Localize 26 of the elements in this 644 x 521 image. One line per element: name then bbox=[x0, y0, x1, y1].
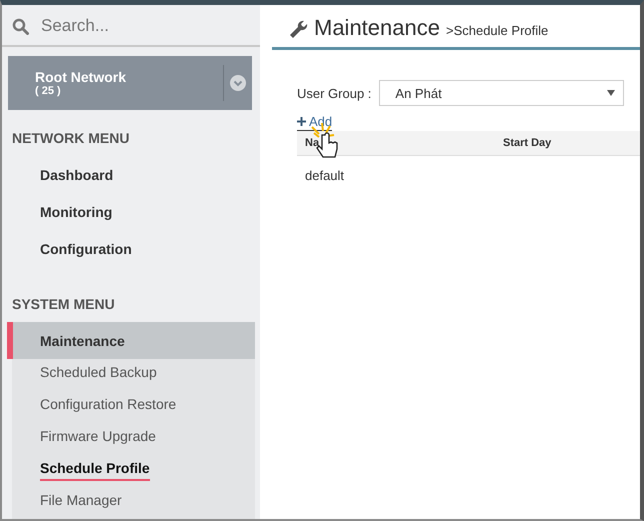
column-header: Start Day bbox=[502, 137, 552, 149]
caret-icon bbox=[607, 90, 616, 96]
plus-icon bbox=[297, 117, 306, 126]
menu-heading: NETWORK MENU bbox=[11, 129, 130, 148]
chevron-down-icon[interactable] bbox=[230, 74, 246, 91]
menu-item[interactable]: Maintenance bbox=[7, 322, 255, 359]
submenu-item[interactable]: Scheduled Backup bbox=[40, 364, 157, 386]
page-title: Maintenance bbox=[314, 15, 440, 41]
menu-item[interactable]: Configuration bbox=[7, 230, 255, 268]
menu-heading: SYSTEM MENU bbox=[11, 294, 116, 314]
user-group-select[interactable]: An Phát bbox=[379, 80, 624, 106]
table-cell-text: default bbox=[304, 168, 346, 182]
menu-item[interactable]: Monitoring bbox=[7, 194, 255, 230]
breadcrumb: >Schedule Profile bbox=[446, 23, 548, 38]
search-field[interactable]: Search... bbox=[39, 15, 243, 37]
submenu-item[interactable]: File Manager bbox=[40, 492, 122, 514]
wrench-icon bbox=[288, 18, 308, 38]
user-group-label: User Group : bbox=[297, 86, 372, 100]
submenu-item[interactable]: Firmware Upgrade bbox=[40, 428, 156, 450]
submenu-item[interactable]: Configuration Restore bbox=[40, 396, 176, 418]
column-header: Na bbox=[304, 137, 320, 149]
network-count: ( 25 ) bbox=[35, 84, 62, 97]
submenu-item[interactable]: Schedule Profile bbox=[40, 460, 150, 482]
menu-item[interactable]: Dashboard bbox=[7, 156, 255, 194]
network-name: Root Network bbox=[35, 68, 127, 85]
search-icon bbox=[12, 18, 29, 34]
